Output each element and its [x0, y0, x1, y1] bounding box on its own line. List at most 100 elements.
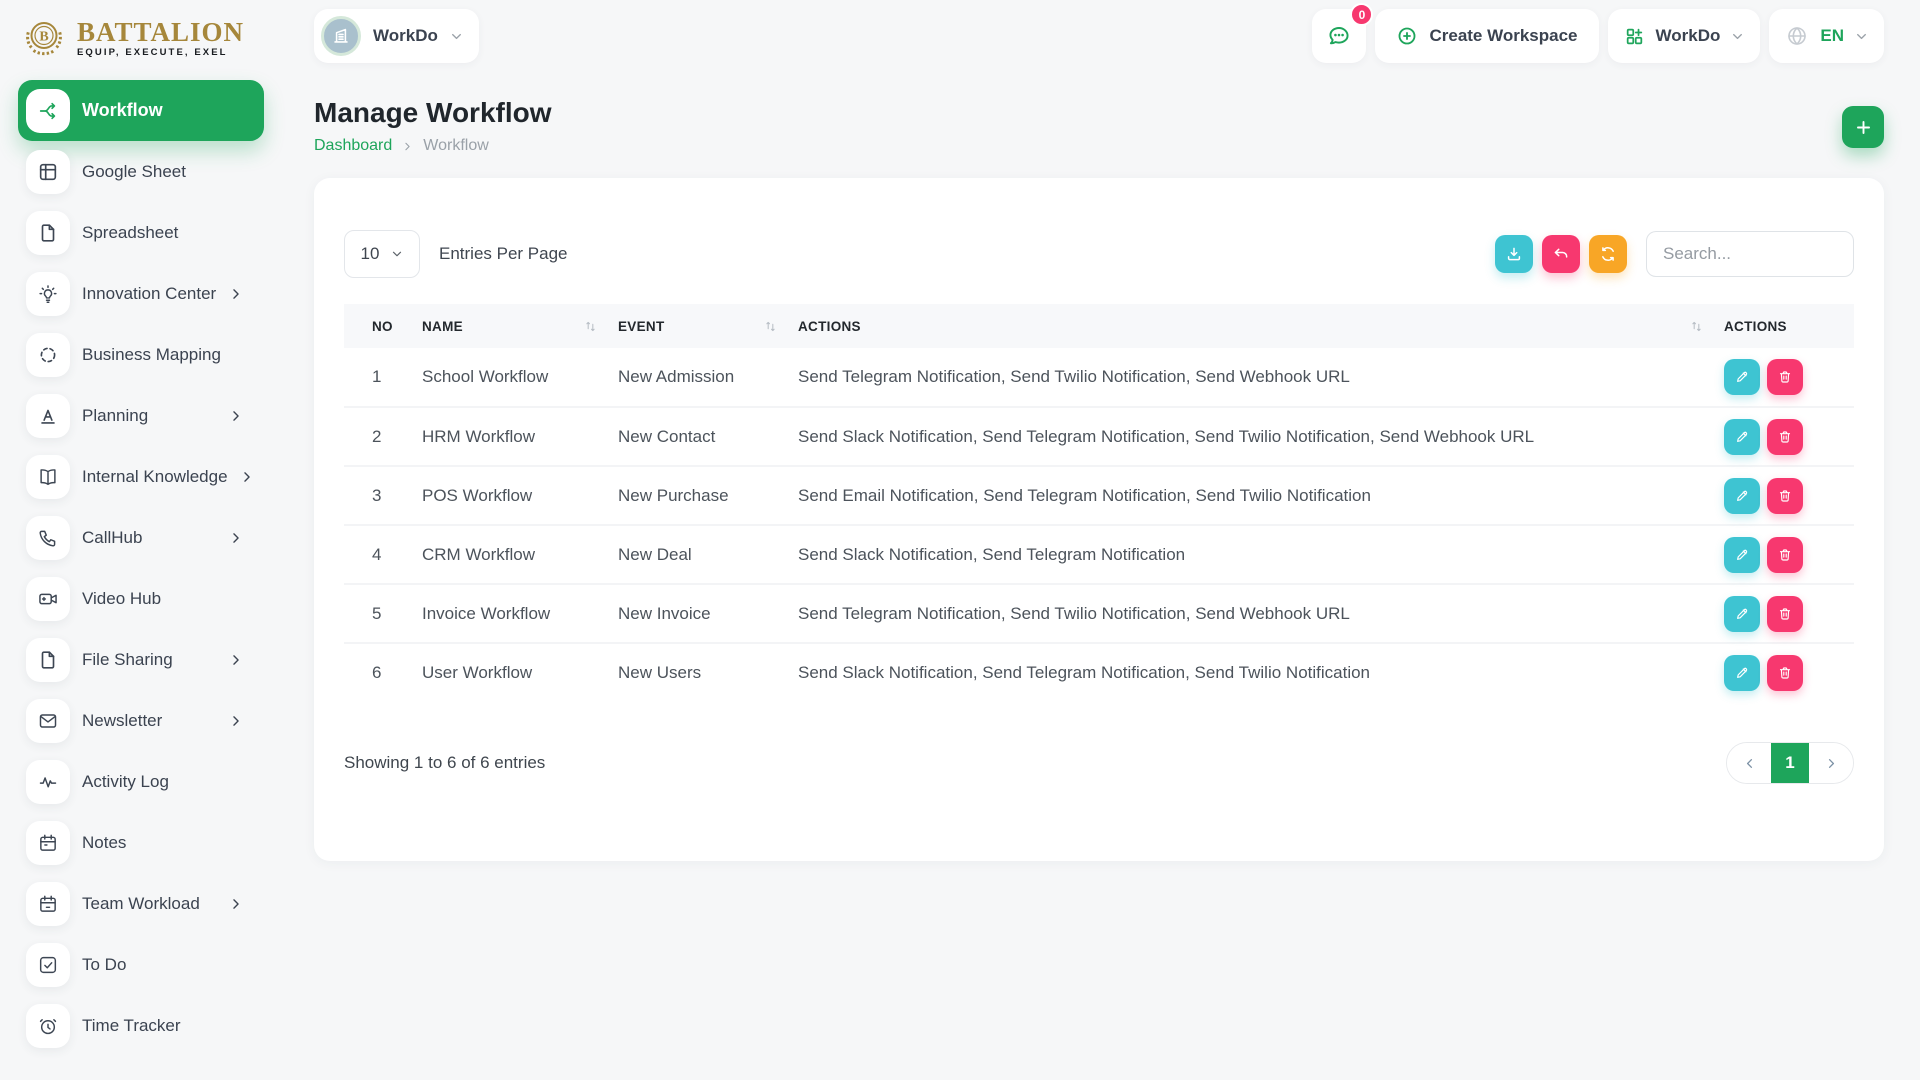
column-header-actions[interactable]: ACTIONS — [788, 304, 1714, 348]
messages-button[interactable]: 0 — [1312, 9, 1366, 63]
sidebar-item-spreadsheet[interactable]: Spreadsheet — [18, 202, 264, 263]
brand-logo[interactable]: B BATTALION EQUIP, EXECUTE, EXEL — [18, 12, 295, 64]
account-dropdown[interactable]: WorkDo — [1608, 9, 1761, 63]
sidebar-item-label: Innovation Center — [82, 284, 216, 304]
sidebar-item-newsletter[interactable]: Newsletter — [18, 690, 264, 751]
sort-icon[interactable] — [583, 319, 598, 334]
add-workflow-button[interactable] — [1842, 106, 1884, 148]
sidebar-item-label: To Do — [82, 955, 126, 975]
cell-actions: Send Slack Notification, Send Telegram N… — [788, 643, 1714, 702]
chevron-right-icon — [229, 531, 243, 545]
table-row: 1School WorkflowNew AdmissionSend Telegr… — [344, 348, 1854, 407]
workspace-selector[interactable]: WorkDo — [314, 9, 479, 63]
export-button[interactable] — [1495, 235, 1533, 273]
sidebar-item-workflow[interactable]: Workflow — [18, 80, 264, 141]
chevron-down-icon — [450, 30, 463, 43]
workflow-table: NONAMEEVENTACTIONSACTIONS 1School Workfl… — [344, 304, 1854, 702]
chevron-down-icon — [1731, 30, 1744, 43]
delete-button[interactable] — [1767, 359, 1803, 395]
edit-button[interactable] — [1724, 478, 1760, 514]
sidebar-item-label: File Sharing — [82, 650, 173, 670]
chat-icon — [1326, 23, 1352, 49]
sidebar-item-label: Video Hub — [82, 589, 161, 609]
chevron-right-icon — [229, 653, 243, 667]
sidebar-item-video-hub[interactable]: Video Hub — [18, 568, 264, 629]
edit-button[interactable] — [1724, 596, 1760, 632]
sidebar-item-planning[interactable]: Planning — [18, 385, 264, 446]
table-header-row: NONAMEEVENTACTIONSACTIONS — [344, 304, 1854, 348]
breadcrumb-dashboard-link[interactable]: Dashboard — [314, 137, 392, 155]
chevron-right-icon — [229, 409, 243, 423]
pencil-icon — [1734, 429, 1750, 445]
pagination-prev-button[interactable] — [1727, 743, 1771, 783]
cell-no: 6 — [344, 643, 412, 702]
language-code: EN — [1820, 26, 1844, 46]
todo-icon — [26, 943, 70, 987]
sidebar-item-business-mapping[interactable]: Business Mapping — [18, 324, 264, 385]
delete-button[interactable] — [1767, 655, 1803, 691]
sort-icon[interactable] — [1689, 319, 1704, 334]
sidebar-nav: Workflow Google SheetSpreadsheet Innovatio… — [18, 80, 295, 1056]
showing-entries-text: Showing 1 to 6 of 6 entries — [344, 753, 545, 773]
laurel-badge-icon: B — [20, 14, 68, 62]
edit-button[interactable] — [1724, 359, 1760, 395]
cell-no: 4 — [344, 525, 412, 584]
sidebar-item-notes[interactable]: Notes — [18, 812, 264, 873]
cell-name: HRM Workflow — [412, 407, 608, 466]
sidebar-item-team-workload[interactable]: Team Workload — [18, 873, 264, 934]
column-header-name[interactable]: NAME — [412, 304, 608, 348]
cell-name: School Workflow — [412, 348, 608, 407]
create-workspace-button[interactable]: Create Workspace — [1375, 9, 1598, 63]
chevron-right-icon — [402, 141, 413, 152]
main-area: WorkDo 0 Create Workspace WorkDo EN — [295, 0, 1920, 861]
sidebar-item-callhub[interactable]: CallHub — [18, 507, 264, 568]
delete-button[interactable] — [1767, 478, 1803, 514]
sidebar-item-innovation-center[interactable]: Innovation Center — [18, 263, 264, 324]
sidebar-item-label: Workflow — [82, 100, 163, 121]
search-input[interactable] — [1646, 231, 1854, 277]
sidebar-item-time-tracker[interactable]: Time Tracker — [18, 995, 264, 1056]
reset-button[interactable] — [1542, 235, 1580, 273]
innovation-center-icon — [26, 272, 70, 316]
delete-button[interactable] — [1767, 596, 1803, 632]
cell-row-buttons — [1714, 643, 1854, 702]
breadcrumb-current: Workflow — [423, 137, 489, 155]
time-tracker-icon — [26, 1004, 70, 1048]
delete-button[interactable] — [1767, 537, 1803, 573]
workflow-card: 10 Entries Per Page NONAMEEVENTACTIONSAC… — [314, 178, 1884, 861]
workspace-avatar — [321, 16, 361, 56]
table-row: 5Invoice WorkflowNew InvoiceSend Telegra… — [344, 584, 1854, 643]
column-header-event[interactable]: EVENT — [608, 304, 788, 348]
sidebar-item-file-sharing[interactable]: File Sharing — [18, 629, 264, 690]
topbar: WorkDo 0 Create Workspace WorkDo EN — [314, 9, 1884, 63]
sidebar-item-internal-knowledge[interactable]: Internal Knowledge — [18, 446, 264, 507]
column-header-actions-buttons: ACTIONS — [1714, 304, 1854, 348]
pencil-icon — [1734, 369, 1750, 385]
sidebar-item-google-sheet[interactable]: Google Sheet — [18, 141, 264, 202]
table-row: 6User WorkflowNew UsersSend Slack Notifi… — [344, 643, 1854, 702]
team-workload-icon — [26, 882, 70, 926]
sort-icon[interactable] — [763, 319, 778, 334]
pagination-current-page[interactable]: 1 — [1771, 743, 1809, 783]
chevron-right-icon — [229, 287, 243, 301]
download-icon — [1505, 245, 1523, 263]
cell-row-buttons — [1714, 407, 1854, 466]
chevron-down-icon — [391, 248, 403, 260]
pagination-next-button[interactable] — [1809, 743, 1853, 783]
sidebar-item-label: CallHub — [82, 528, 142, 548]
edit-button[interactable] — [1724, 537, 1760, 573]
edit-button[interactable] — [1724, 419, 1760, 455]
cell-name: POS Workflow — [412, 466, 608, 525]
trash-icon — [1777, 488, 1793, 504]
planning-icon — [26, 394, 70, 438]
grid-plus-icon — [1624, 26, 1645, 47]
refresh-button[interactable] — [1589, 235, 1627, 273]
sidebar-item-activity-log[interactable]: Activity Log — [18, 751, 264, 812]
cell-row-buttons — [1714, 466, 1854, 525]
edit-button[interactable] — [1724, 655, 1760, 691]
internal-knowledge-icon — [26, 455, 70, 499]
entries-per-page-select[interactable]: 10 — [344, 230, 420, 278]
language-dropdown[interactable]: EN — [1769, 9, 1884, 63]
sidebar-item-to-do[interactable]: To Do — [18, 934, 264, 995]
delete-button[interactable] — [1767, 419, 1803, 455]
